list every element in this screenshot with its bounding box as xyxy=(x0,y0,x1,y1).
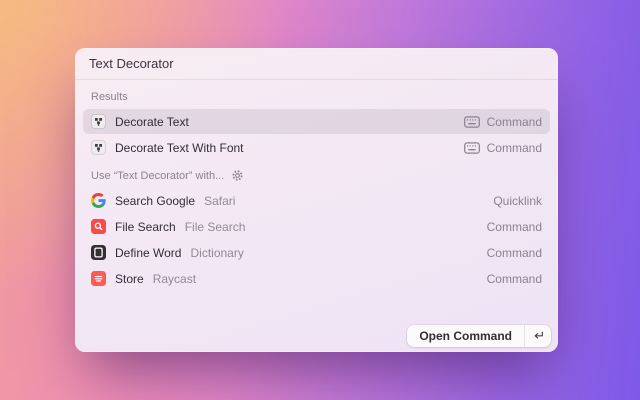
section-label: Results xyxy=(91,91,128,103)
footer-bar: Open Command xyxy=(407,325,551,347)
item-type-label: Command xyxy=(487,141,542,155)
desktop-background: Text Decorator Results Decorate Text Comma… xyxy=(0,0,640,400)
item-subtitle: File Search xyxy=(185,220,246,234)
keyboard-icon xyxy=(464,142,480,154)
raycast-window: Text Decorator Results Decorate Text Comma… xyxy=(75,48,558,352)
list-item[interactable]: Decorate Text Command xyxy=(83,109,550,134)
window-title: Text Decorator xyxy=(89,56,174,71)
item-title: File Search xyxy=(115,220,176,234)
item-subtitle: Raycast xyxy=(153,272,196,286)
results-list: ResultsDecorate TextCommandDecorate Text… xyxy=(75,80,558,291)
item-type-label: Quicklink xyxy=(493,194,542,208)
item-title: Define Word xyxy=(115,246,181,260)
item-accessories: Command xyxy=(487,220,542,234)
file-search-icon xyxy=(91,219,106,234)
open-command-label: Open Command xyxy=(407,325,524,347)
item-accessories: Command xyxy=(464,115,542,129)
item-subtitle: Safari xyxy=(204,194,235,208)
item-title: Store xyxy=(115,272,144,286)
raycast-icon xyxy=(91,271,106,286)
return-key-icon xyxy=(525,325,551,347)
item-accessories: Command xyxy=(487,272,542,286)
item-title: Decorate Text xyxy=(115,115,189,129)
item-accessories: Quicklink xyxy=(493,194,542,208)
dictionary-icon xyxy=(91,245,106,260)
item-subtitle: Dictionary xyxy=(190,246,243,260)
google-icon xyxy=(91,193,106,208)
list-item[interactable]: Define Word Dictionary Command xyxy=(83,240,550,265)
list-item[interactable]: Store Raycast Command xyxy=(83,266,550,291)
item-type-label: Command xyxy=(487,246,542,260)
open-command-button[interactable]: Open Command xyxy=(407,325,551,347)
item-title: Search Google xyxy=(115,194,195,208)
section-label: Use “Text Decorator” with... xyxy=(91,170,224,182)
item-type-label: Command xyxy=(487,272,542,286)
section-header: Results xyxy=(83,83,550,108)
list-item[interactable]: File Search File Search Command xyxy=(83,214,550,239)
list-item[interactable]: Decorate Text With Font Command xyxy=(83,135,550,160)
item-accessories: Command xyxy=(464,141,542,155)
item-type-label: Command xyxy=(487,115,542,129)
item-type-label: Command xyxy=(487,220,542,234)
section-header: Use “Text Decorator” with... xyxy=(83,161,550,187)
gear-icon[interactable] xyxy=(231,169,244,182)
keyboard-icon xyxy=(464,116,480,128)
window-titlebar: Text Decorator xyxy=(75,48,558,80)
list-item[interactable]: Search Google Safari Quicklink xyxy=(83,188,550,213)
item-title: Decorate Text With Font xyxy=(115,141,244,155)
item-accessories: Command xyxy=(487,246,542,260)
text-decorator-icon xyxy=(91,114,106,129)
text-decorator-icon xyxy=(91,140,106,155)
